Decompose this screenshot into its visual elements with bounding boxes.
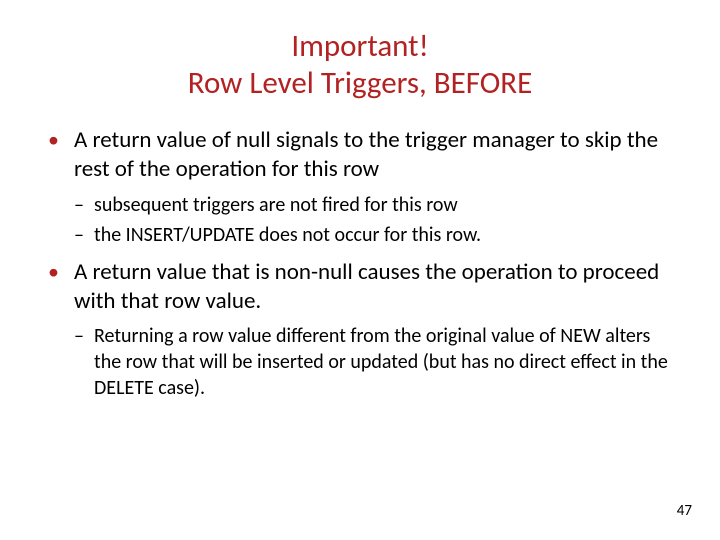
bullet-item: A return value that is non-null causes t… <box>48 258 678 402</box>
title-line-1: Important! <box>42 28 678 65</box>
main-bullet-list: A return value of null signals to the tr… <box>42 126 678 401</box>
sub-list: subsequent triggers are not fired for th… <box>74 192 678 248</box>
page-number: 47 <box>677 502 692 520</box>
title-line-2: Row Level Triggers, BEFORE <box>42 65 678 102</box>
sub-list: Returning a row value different from the… <box>74 323 678 401</box>
slide-title: Important! Row Level Triggers, BEFORE <box>42 28 678 102</box>
bullet-text: A return value that is non-null causes t… <box>74 258 659 315</box>
sub-item: subsequent triggers are not fired for th… <box>74 192 678 218</box>
bullet-text: A return value of null signals to the tr… <box>74 126 658 183</box>
bullet-item: A return value of null signals to the tr… <box>48 126 678 248</box>
sub-item: the INSERT/UPDATE does not occur for thi… <box>74 222 678 248</box>
sub-item: Returning a row value different from the… <box>74 323 678 401</box>
